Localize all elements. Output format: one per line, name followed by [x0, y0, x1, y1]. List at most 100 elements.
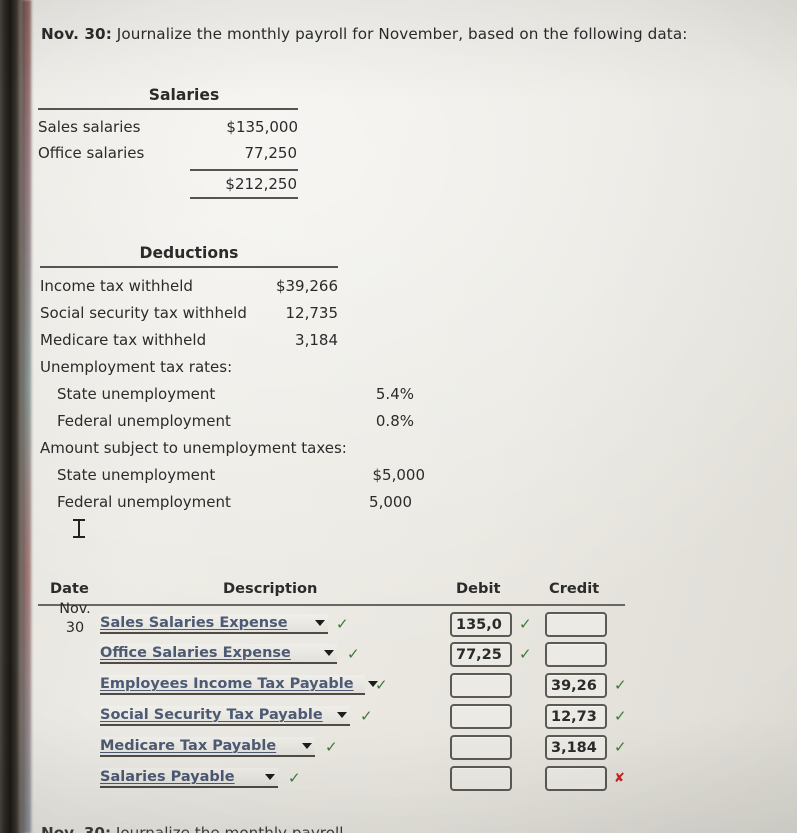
unemployment-rate-label: State unemployment — [57, 385, 216, 403]
account-dropdown-label: Medicare Tax Payable — [100, 738, 277, 754]
account-dropdown-label: Employees Income Tax Payable — [100, 676, 354, 692]
next-instruction-clipped: Nov. 30: Journalize the monthly payroll … — [41, 824, 363, 833]
next-instruction-date-label: Nov. 30: — [41, 824, 112, 833]
account-dropdown-label: Salaries Payable — [100, 769, 235, 785]
credit-input[interactable]: 12,73 — [545, 704, 607, 729]
salaries-total-amount: $212,250 — [225, 175, 297, 193]
text-cursor-ibeam — [73, 518, 85, 540]
chevron-down-icon — [301, 620, 328, 626]
account-dropdown[interactable]: Medicare Tax Payable — [100, 737, 315, 757]
journal-header-row: Date Description Debit Credit — [38, 580, 668, 602]
unemployment-rate-value: 5.4% — [375, 385, 414, 403]
table-row: Employees Income Tax Payable ✓ 39,26 ✓ — [38, 671, 668, 702]
instruction-prompt: Nov. 30: Journalize the monthly payroll … — [41, 25, 687, 43]
table-row: Nov. 30 Sales Salaries Expense ✓ 135,0 ✓ — [38, 601, 668, 640]
chevron-down-icon — [251, 774, 278, 780]
deductions-row-label: Social security tax withheld — [40, 304, 247, 322]
table-row: Medicare Tax Payable ✓ 3,184 ✓ — [38, 733, 668, 764]
account-dropdown-label: Sales Salaries Expense — [100, 615, 288, 631]
instruction-date-label: Nov. 30: — [41, 25, 112, 43]
debit-input[interactable] — [450, 766, 512, 791]
salaries-title: Salaries — [148, 86, 220, 104]
account-dropdown[interactable]: Sales Salaries Expense — [100, 614, 328, 634]
account-dropdown[interactable]: Employees Income Tax Payable — [100, 675, 378, 695]
amount-subject-value: 5,000 — [369, 493, 412, 511]
debit-input-value: 135,0 — [456, 616, 502, 633]
salaries-header-rule — [38, 108, 298, 110]
debit-status-check-icon: ✓ — [519, 615, 532, 633]
journal-date-cell: Nov. 30 — [52, 600, 98, 638]
deductions-row-label: Medicare tax withheld — [40, 331, 207, 349]
deductions-row-medicare: Medicare tax withheld 3,184 — [40, 331, 338, 349]
account-status-check-icon: ✓ — [288, 769, 301, 787]
debit-input[interactable]: 77,25 — [450, 642, 512, 667]
amount-subject-heading: Amount subject to unemployment taxes: — [40, 439, 347, 457]
account-dropdown[interactable]: Salaries Payable — [100, 768, 278, 788]
debit-input[interactable] — [450, 735, 512, 760]
deductions-row-value: 3,184 — [295, 331, 338, 349]
salaries-row-amount: $135,000 — [226, 118, 298, 136]
credit-input[interactable] — [545, 642, 607, 667]
screenshot-root: Nov. 30: Journalize the monthly payroll … — [0, 0, 797, 833]
table-row: Office Salaries Expense ✓ 77,25 ✓ — [38, 640, 668, 671]
credit-status-check-icon: ✓ — [614, 676, 627, 694]
table-row: Salaries Payable ✓ ✘ — [38, 764, 668, 795]
credit-input-value: 3,184 — [551, 739, 597, 756]
credit-status-check-icon: ✓ — [614, 738, 627, 756]
account-status-check-icon: ✓ — [347, 645, 360, 663]
journal-date-day: 30 — [65, 620, 85, 636]
debit-input[interactable] — [450, 704, 512, 729]
credit-status-check-icon: ✓ — [614, 707, 627, 725]
deductions-row-value: 12,735 — [285, 304, 339, 322]
chevron-down-icon — [310, 650, 337, 656]
salaries-row-sales: Sales salaries $135,000 — [38, 118, 298, 136]
account-status-check-icon: ✓ — [360, 707, 373, 725]
debit-status-check-icon: ✓ — [519, 645, 532, 663]
amount-subject-federal: Federal unemployment 5,000 — [40, 493, 425, 511]
credit-input[interactable]: 3,184 — [545, 735, 607, 760]
account-status-check-icon: ✓ — [325, 738, 338, 756]
account-dropdown[interactable]: Office Salaries Expense — [100, 644, 337, 664]
debit-input[interactable]: 135,0 — [450, 612, 512, 637]
deductions-row-social-security: Social security tax withheld 12,735 — [40, 304, 338, 322]
amount-subject-label: State unemployment — [57, 466, 216, 484]
chevron-down-icon — [288, 743, 315, 749]
chevron-down-icon — [323, 712, 350, 718]
instruction-text: Journalize the monthly payroll for Novem… — [111, 25, 688, 43]
amount-subject-value: $5,000 — [372, 466, 426, 484]
table-row: Social Security Tax Payable ✓ 12,73 ✓ — [38, 702, 668, 733]
deductions-title: Deductions — [139, 244, 239, 262]
account-dropdown[interactable]: Social Security Tax Payable — [100, 706, 350, 726]
salaries-table: Salaries Sales salaries $135,000 Office … — [38, 86, 298, 199]
column-header-debit: Debit — [456, 580, 501, 597]
salaries-total-block: $212,250 — [190, 169, 298, 199]
amount-subject-label: Federal unemployment — [57, 493, 231, 511]
account-dropdown-label: Social Security Tax Payable — [100, 707, 323, 723]
account-status-check-icon: ✓ — [336, 615, 349, 633]
unemployment-rate-label: Federal unemployment — [57, 412, 231, 430]
debit-input[interactable] — [450, 673, 512, 698]
salaries-row-label: Office salaries — [38, 144, 145, 162]
screen-bezel-chromatic-tint — [22, 0, 31, 833]
salaries-row-amount: 77,250 — [244, 144, 298, 162]
deductions-row-value: $39,266 — [275, 277, 338, 295]
column-header-date: Date — [50, 580, 89, 597]
deductions-row-income-tax: Income tax withheld $39,266 — [40, 277, 338, 295]
column-header-credit: Credit — [549, 580, 600, 597]
column-header-description: Description — [223, 580, 318, 597]
amount-subject-state: State unemployment $5,000 — [40, 466, 425, 484]
salaries-row-office: Office salaries 77,250 — [38, 144, 298, 162]
unemployment-rate-state: State unemployment 5.4% — [40, 385, 425, 403]
credit-input[interactable] — [545, 766, 607, 791]
credit-input[interactable] — [545, 612, 607, 637]
debit-input-value: 77,25 — [456, 646, 502, 663]
credit-input-value: 39,26 — [551, 677, 597, 694]
salaries-total-rule — [190, 197, 298, 199]
deductions-row-label: Income tax withheld — [40, 277, 193, 295]
unemployment-rate-federal: Federal unemployment 0.8% — [40, 412, 425, 430]
deductions-table: Deductions Income tax withheld $39,266 S… — [40, 244, 425, 511]
account-dropdown-label: Office Salaries Expense — [100, 645, 291, 661]
account-status-check-icon: ✓ — [375, 676, 388, 694]
next-instruction-text: Journalize the monthly payroll ... — [111, 824, 363, 833]
credit-input[interactable]: 39,26 — [545, 673, 607, 698]
